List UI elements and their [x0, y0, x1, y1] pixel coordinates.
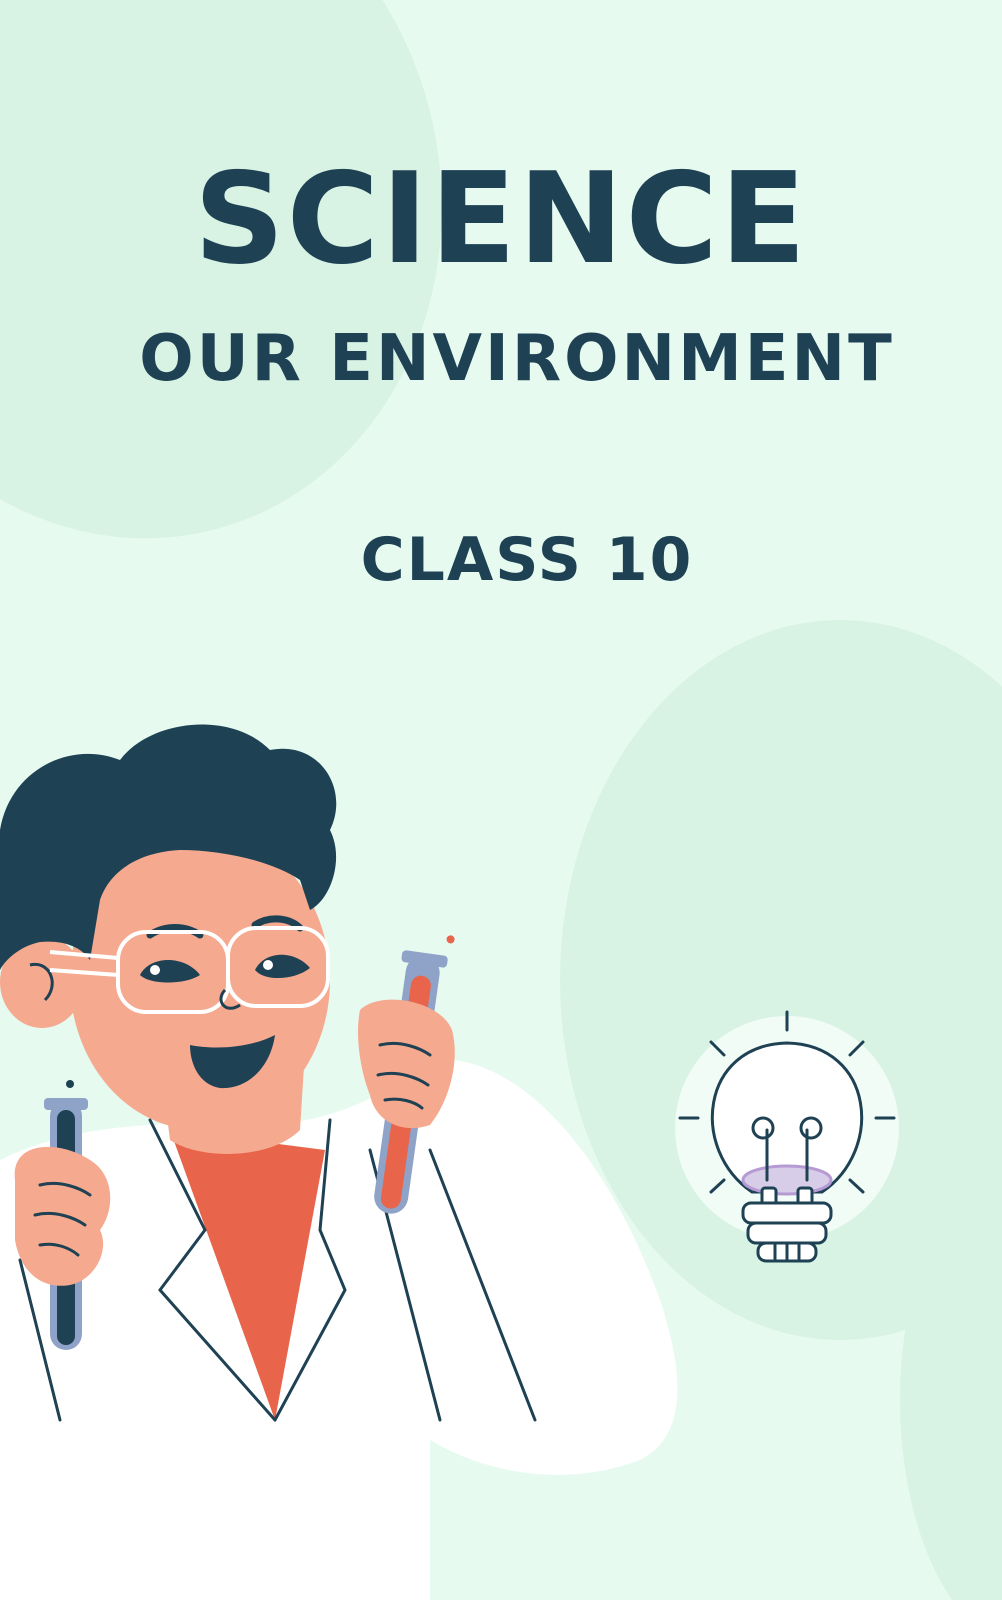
lab-coat: [0, 1059, 678, 1600]
light-bulb-icon: [675, 1010, 899, 1263]
scientist-illustration: [0, 724, 678, 1600]
illustration-layer: [0, 724, 899, 1600]
cover-page: SCIENCE OUR ENVIRONMENT CLASS 10: [0, 0, 1002, 1600]
